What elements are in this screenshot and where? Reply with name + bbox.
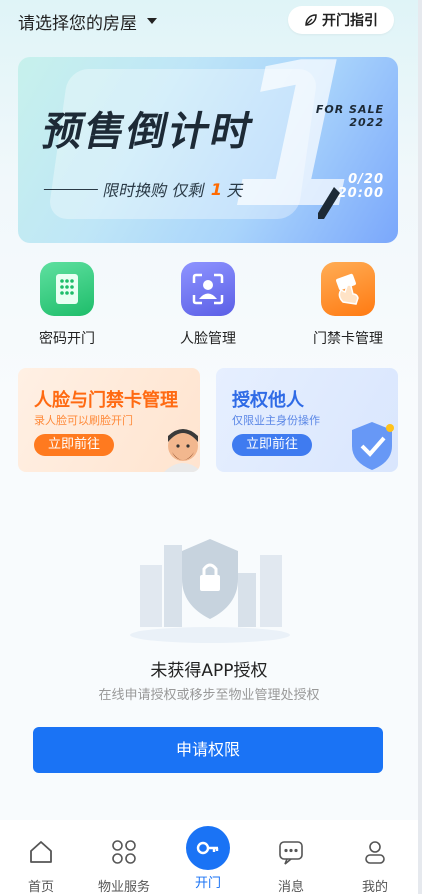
- house-select-label: 请选择您的房屋: [18, 13, 137, 34]
- banner-subtitle-highlight: 1: [208, 179, 225, 199]
- keypad-icon: [40, 262, 94, 316]
- promo-banner[interactable]: 1 预售倒计时 限时换购 仅剩 1 天 FOR SALE 2022 0/20 20:…: [18, 57, 398, 243]
- door-guide-label: 开门指引: [322, 13, 378, 29]
- nav-label: 消息: [277, 880, 304, 894]
- home-icon: [30, 841, 52, 863]
- nav-property[interactable]: 物业服务: [89, 838, 159, 894]
- promo-desc: 仅限业主身份操作: [232, 414, 320, 427]
- for-sale-text: FOR SALE: [315, 103, 384, 116]
- promo-title: 授权他人: [232, 390, 304, 411]
- shield-check-icon: [352, 422, 394, 470]
- banner-line-left: [43, 188, 98, 190]
- scrollbar[interactable]: [418, 0, 422, 894]
- face-id-icon: [181, 262, 235, 316]
- quick-action-face[interactable]: 人脸管理: [153, 262, 263, 348]
- empty-state-title: 未获得APP授权: [150, 661, 268, 681]
- door-guide-button[interactable]: 开门指引: [288, 6, 394, 34]
- banner-for-sale: FOR SALE 2022: [316, 103, 384, 129]
- nav-open-door-button[interactable]: [186, 826, 230, 870]
- card-tap-icon: [321, 262, 375, 316]
- quick-action-label: 门禁卡管理: [313, 331, 383, 347]
- banner-subtitle-prefix: 限时换购 仅剩: [101, 181, 207, 200]
- nav-messages[interactable]: 消息: [256, 838, 326, 894]
- card-tap-glyph: [336, 273, 359, 305]
- caret-down-icon: [147, 18, 157, 24]
- for-sale-year: 2022: [349, 116, 384, 129]
- quick-action-label: 密码开门: [39, 331, 95, 347]
- apply-permission-button[interactable]: 申请权限: [33, 727, 383, 773]
- nav-label: 首页: [27, 880, 54, 894]
- quick-action-password[interactable]: 密码开门: [12, 262, 122, 348]
- banner-date-line2: 20:00: [337, 186, 384, 201]
- authorize-others-promo[interactable]: 授权他人 仅限业主身份操作 立即前往: [216, 368, 398, 472]
- nav-label: 物业服务: [97, 880, 150, 894]
- banner-date-line1: 0/20: [348, 172, 384, 187]
- pen-icon: [318, 187, 340, 219]
- person-icon: [365, 841, 385, 864]
- nav-label: 开门: [194, 876, 221, 891]
- empty-state-subtitle: 在线申请授权或移步至物业管理处授权: [98, 688, 320, 703]
- page: 请选择您的房屋 开门指引 1 预售倒计时 限时换购 仅剩 1 天 FOR SALE …: [0, 0, 422, 894]
- banner-subtitle: 限时换购 仅剩 1 天: [41, 177, 246, 201]
- promo-desc: 录人脸可以刷脸开门: [34, 414, 133, 427]
- promo-title: 人脸与门禁卡管理: [34, 390, 178, 411]
- banner-date: 0/20 20:00: [338, 173, 384, 201]
- face-card-promo[interactable]: 人脸与门禁卡管理 录人脸可以刷脸开门 立即前往: [18, 368, 200, 472]
- key-icon: [196, 841, 219, 855]
- message-icon: [279, 841, 303, 865]
- keypad-glyph: [56, 274, 78, 304]
- promo-go-button[interactable]: 立即前往: [232, 434, 312, 456]
- banner-title: 预售倒计时: [38, 109, 259, 155]
- grid-icon: [112, 840, 136, 864]
- face-glyph: [192, 273, 224, 305]
- quick-action-card[interactable]: 门禁卡管理: [293, 262, 403, 348]
- promo-go-button[interactable]: 立即前往: [34, 434, 114, 456]
- leaf-icon: [305, 14, 317, 26]
- shield-lock-illustration-icon: [130, 539, 290, 643]
- quick-action-label: 人脸管理: [180, 331, 236, 347]
- nav-mine[interactable]: 我的: [340, 838, 410, 894]
- nav-home[interactable]: 首页: [6, 838, 76, 894]
- nav-label: 我的: [361, 880, 388, 894]
- avatar-illustration-icon: [164, 429, 200, 472]
- house-select[interactable]: 请选择您的房屋: [18, 8, 157, 34]
